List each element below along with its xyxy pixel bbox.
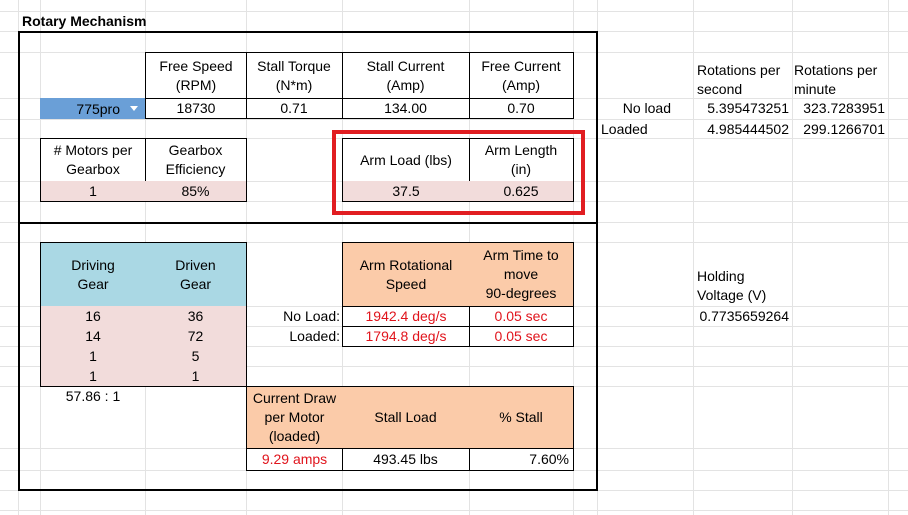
driven-gear-cell[interactable]: 72 xyxy=(145,326,247,347)
driving-gear-header: Driving Gear xyxy=(40,242,146,307)
no-load-label: No Load: xyxy=(283,307,340,324)
free-current-value[interactable]: 0.70 xyxy=(469,98,574,119)
driving-gear-cell[interactable]: 1 xyxy=(40,346,146,367)
motor-select-dropdown[interactable]: 775pro xyxy=(40,98,146,119)
free-speed-header: Free Speed (RPM) xyxy=(145,52,247,99)
current-draw-header: Current Draw per Motor (loaded) xyxy=(246,386,343,449)
loaded-time-value: 0.05 sec xyxy=(469,326,574,347)
free-speed-value[interactable]: 18730 xyxy=(145,98,247,119)
sheet-title: Rotary Mechanism xyxy=(22,12,147,29)
side-no-load-rps: 5.395473251 xyxy=(707,100,789,116)
driven-gear-header: Driven Gear xyxy=(145,242,247,307)
current-draw-value: 9.29 amps xyxy=(246,448,343,471)
rotations-per-second-header: Rotations per second xyxy=(697,62,781,97)
stall-current-value[interactable]: 134.00 xyxy=(342,98,470,119)
gear-ratio-value: 57.86 : 1 xyxy=(65,387,121,404)
driving-gear-cell[interactable]: 16 xyxy=(40,306,146,327)
motors-per-gearbox-header: # Motors per Gearbox xyxy=(40,138,146,182)
free-current-header: Free Current (Amp) xyxy=(469,52,574,99)
loaded-label: Loaded: xyxy=(289,327,340,344)
driven-gear-cell[interactable]: 5 xyxy=(145,346,247,367)
stall-torque-header: Stall Torque (N*m) xyxy=(246,52,343,99)
holding-voltage-label: Holding Voltage (V) xyxy=(697,268,767,303)
side-no-load-label: No load xyxy=(622,100,671,116)
side-loaded-label: Loaded xyxy=(601,120,648,137)
stall-current-header: Stall Current (Amp) xyxy=(342,52,470,99)
arm-time-90-header: Arm Time to move 90-degrees xyxy=(469,242,574,307)
no-load-speed-value: 1942.4 deg/s xyxy=(342,306,470,327)
gearbox-efficiency-value[interactable]: 85% xyxy=(145,181,247,202)
chevron-down-icon[interactable] xyxy=(130,106,138,111)
stall-load-value: 493.45 lbs xyxy=(342,448,470,471)
percent-stall-value: 7.60% xyxy=(469,448,574,471)
motor-select-value: 775pro xyxy=(76,100,120,117)
arm-input-highlight-box xyxy=(332,130,585,215)
side-loaded-rpm: 299.1266701 xyxy=(803,120,885,137)
driving-gear-cell[interactable]: 1 xyxy=(40,366,146,387)
rotations-per-minute-header: Rotations per minute xyxy=(794,62,878,97)
side-loaded-rps: 4.985444502 xyxy=(707,120,789,137)
side-no-load-rpm: 323.7283951 xyxy=(803,100,885,116)
stall-load-header: Stall Load xyxy=(342,386,470,449)
driven-gear-cell[interactable]: 1 xyxy=(145,366,247,387)
arm-rotational-speed-header: Arm Rotational Speed xyxy=(342,242,470,307)
driving-gear-cell[interactable]: 14 xyxy=(40,326,146,347)
motors-per-gearbox-value[interactable]: 1 xyxy=(40,181,146,202)
driven-gear-cell[interactable]: 36 xyxy=(145,306,247,327)
percent-stall-header: % Stall xyxy=(469,386,574,449)
loaded-speed-value: 1794.8 deg/s xyxy=(342,326,470,347)
gearbox-efficiency-header: Gearbox Efficiency xyxy=(145,138,247,182)
holding-voltage-value: 0.7735659264 xyxy=(699,307,789,324)
no-load-time-value: 0.05 sec xyxy=(469,306,574,327)
stall-torque-value[interactable]: 0.71 xyxy=(246,98,343,119)
